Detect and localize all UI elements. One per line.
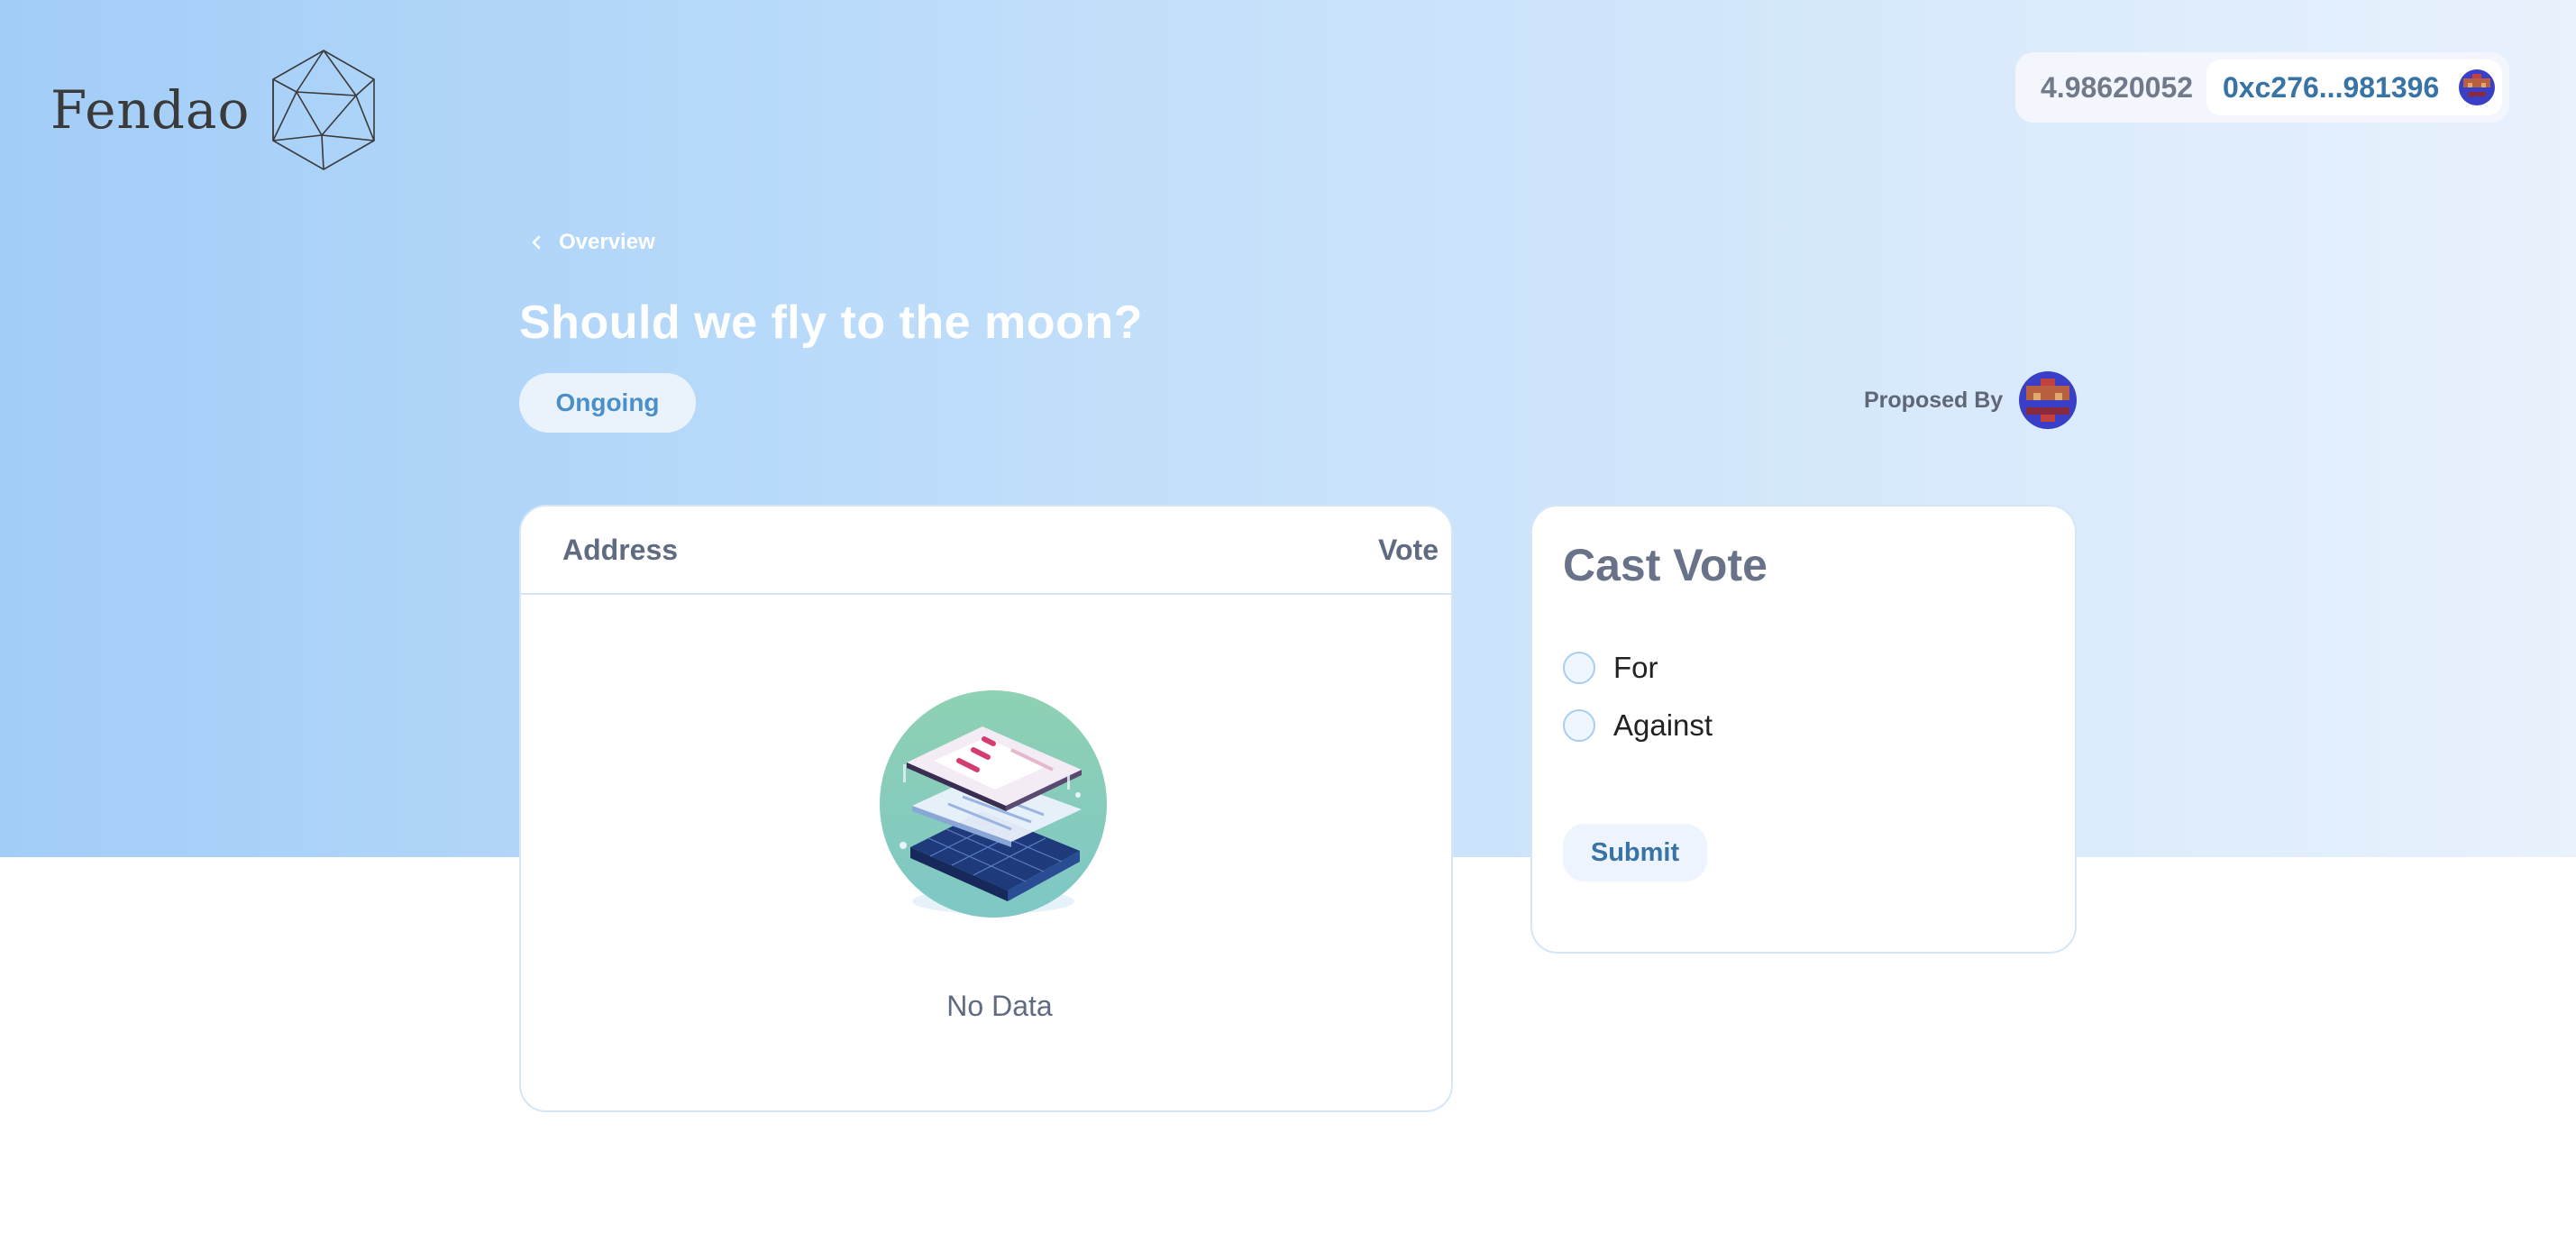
vote-option-against[interactable]: Against [1563,708,1713,743]
votes-table: Address Vote No Data [519,505,1453,1112]
brand-name: Fendao [50,79,251,141]
column-header-vote: Vote [1378,534,1439,566]
cast-vote-panel: Cast Vote For Against Submit [1530,505,2077,954]
chevron-left-icon [532,235,541,250]
wallet-address-button[interactable]: 0xc276...981396 [2206,59,2502,115]
wallet-balance: 4.98620052 [2041,70,2194,104]
empty-data-illustration [876,687,1110,930]
status-badge: Ongoing [519,373,696,433]
empty-state-text: No Data [946,990,1053,1022]
wallet-avatar [2459,69,2495,105]
column-header-address: Address [562,534,679,566]
radio-button-for[interactable] [1563,652,1595,684]
vote-option-for[interactable]: For [1563,651,1658,685]
proposal-title: Should we fly to the moon? [519,297,1143,349]
cast-vote-title: Cast Vote [1563,540,1768,590]
icosahedron-logo-icon [269,49,378,171]
wallet-address: 0xc276...981396 [2223,70,2440,104]
brand-logo[interactable]: Fendao [50,49,378,171]
vote-option-label: For [1613,651,1658,684]
breadcrumb-back-overview[interactable]: Overview [526,230,655,255]
votes-table-header: Address Vote [521,507,1451,595]
proposer-avatar[interactable] [2019,371,2077,429]
breadcrumb-label: Overview [559,230,655,254]
submit-vote-button[interactable]: Submit [1563,824,1707,881]
wallet-widget[interactable]: 4.98620052 0xc276...981396 [2015,52,2509,123]
proposed-by-label: Proposed By [1864,388,2004,413]
vote-option-label: Against [1613,708,1713,742]
radio-button-against[interactable] [1563,709,1595,742]
